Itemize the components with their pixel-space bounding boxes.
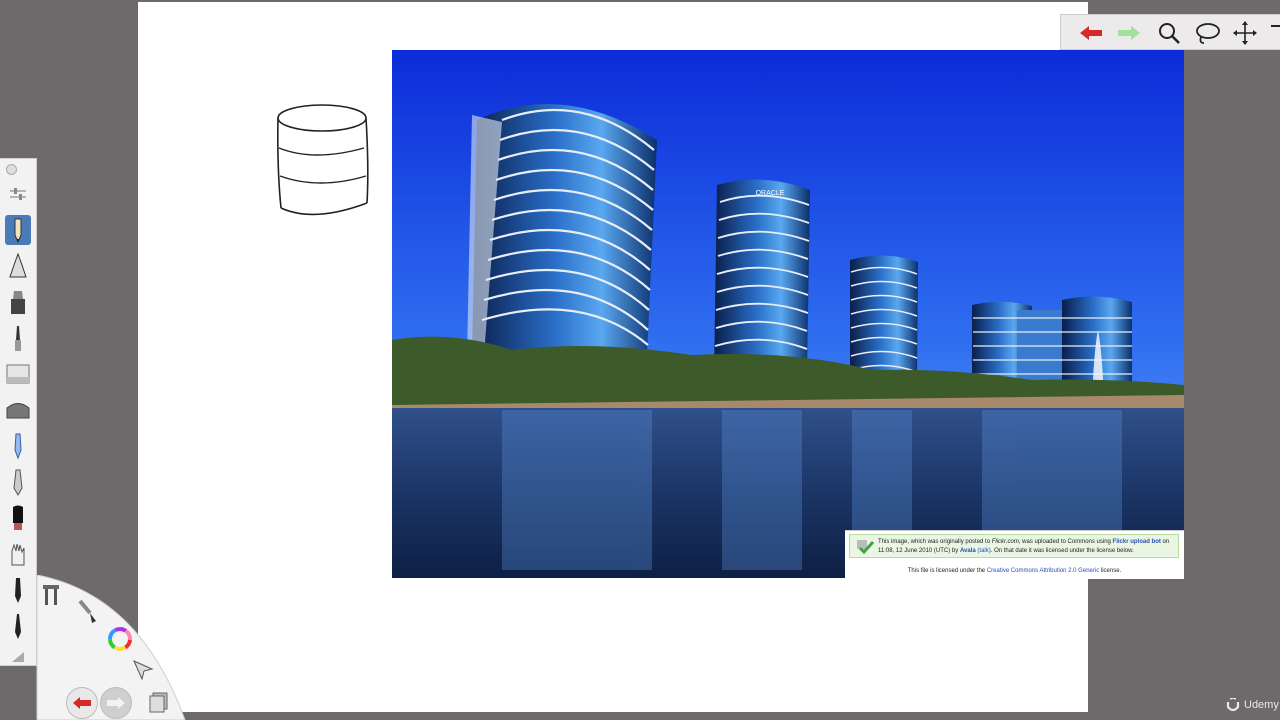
- inking-pen-icon[interactable]: [5, 251, 31, 281]
- license-line3-post: license.: [1099, 568, 1122, 574]
- oracle-headquarters-photo: ORACLE: [392, 50, 1184, 578]
- tower-2: ORACLE: [714, 179, 810, 379]
- blue-pen-icon[interactable]: [5, 431, 31, 461]
- smudge-hand-icon[interactable]: [5, 539, 31, 569]
- toolbox-icon[interactable]: [42, 583, 62, 607]
- license-line3-pre: This file is licensed under the: [907, 568, 987, 574]
- undo-icon[interactable]: [66, 687, 98, 719]
- oracle-sign: ORACLE: [756, 190, 785, 197]
- license-text: This image, which was originally posted …: [878, 538, 1174, 556]
- magnifier-icon[interactable]: [1154, 19, 1184, 47]
- flickr-site: Flickr.com: [991, 539, 1019, 545]
- eraser-block-icon[interactable]: [5, 359, 31, 389]
- redo-icon[interactable]: [100, 687, 132, 719]
- flickr-upload-bot-link[interactable]: Flickr upload bot: [1113, 539, 1161, 545]
- undo-arrow-icon[interactable]: [1076, 19, 1106, 47]
- udemy-watermark: Udemy: [1226, 698, 1279, 712]
- settings-slider-icon[interactable]: [5, 179, 31, 209]
- redo-arrow-icon[interactable]: [1114, 19, 1144, 47]
- marker-icon[interactable]: [5, 287, 31, 317]
- brush-icon[interactable]: [78, 599, 100, 625]
- license-line2-pre: 11:08, 12 June 2010 (UTC) by: [878, 548, 960, 554]
- select-arrow-icon[interactable]: [132, 659, 154, 681]
- license-notice: This image, which was originally posted …: [845, 530, 1184, 579]
- move-arrows-icon[interactable]: [1230, 19, 1260, 47]
- lasso-icon[interactable]: [1193, 19, 1223, 47]
- cc-license-link[interactable]: Creative Commons Attribution 2.0 Generic: [987, 568, 1099, 574]
- pencil-icon[interactable]: [5, 215, 31, 245]
- tower-1: [467, 104, 657, 363]
- license-line2-post: . On that date it was licensed under the…: [990, 548, 1134, 554]
- udemy-logo-icon: [1226, 698, 1240, 712]
- tower-3: [850, 255, 918, 383]
- talk-link[interactable]: (talk): [977, 548, 990, 554]
- top-toolbar: [1060, 14, 1280, 50]
- license-line1-post: on: [1160, 539, 1170, 545]
- udemy-label: Udemy: [1244, 699, 1279, 711]
- color-wheel-icon[interactable]: [108, 627, 132, 651]
- checkmark-icon: [857, 540, 874, 555]
- license-line3: This file is licensed under the Creative…: [845, 568, 1184, 574]
- user-link[interactable]: Avala: [960, 548, 976, 554]
- layers-icon[interactable]: [148, 691, 170, 713]
- soft-eraser-icon[interactable]: [5, 395, 31, 425]
- lagoon-menu: [0, 575, 190, 720]
- toolbar-overflow-icon[interactable]: [1271, 25, 1280, 41]
- database-sketch: [277, 104, 369, 216]
- dark-brush-icon[interactable]: [5, 503, 31, 533]
- airbrush-icon[interactable]: [5, 467, 31, 497]
- paintbrush-icon[interactable]: [5, 323, 31, 353]
- license-line1-mid: , was uploaded to Commons using: [1018, 539, 1113, 545]
- license-line1-pre: This image, which was originally posted …: [878, 539, 992, 545]
- palette-close-icon[interactable]: [6, 164, 17, 175]
- license-box: This image, which was originally posted …: [849, 534, 1179, 558]
